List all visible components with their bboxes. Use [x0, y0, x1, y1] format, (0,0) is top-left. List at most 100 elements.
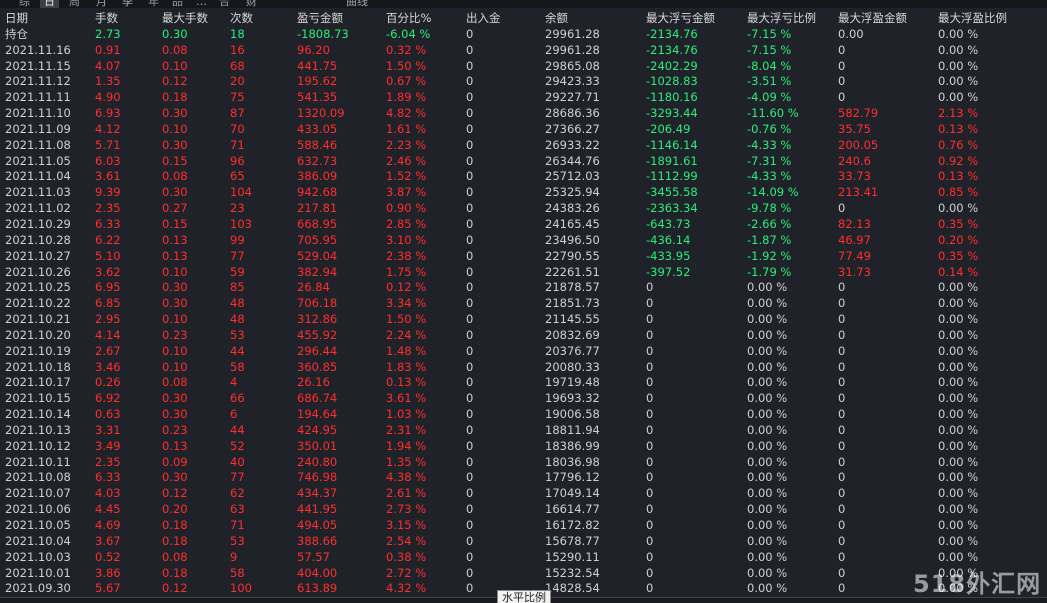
table-row[interactable]: 2021.11.02 2.35 0.27 23 217.81 0.90 % 0 24383.2…	[0, 201, 1047, 217]
daily-report-table: 日期 手数 最大手数 次数 盈亏金额 百分比% 出入金 余额 最大浮亏金额 最大…	[0, 11, 1047, 597]
report-tab[interactable]: 周	[65, 0, 84, 8]
table-row[interactable]: 2021.10.26 3.62 0.10 59 382.94 1.75 % 0 22261.5…	[0, 265, 1047, 281]
col-header-pnl[interactable]: 盈亏金额	[297, 11, 343, 27]
col-header-max-drawdown[interactable]: 最大浮亏金额	[646, 11, 715, 27]
table-row[interactable]: 持仓 2.73 0.30 18 -1808.73 -6.04 % 0 29961.28 -213…	[0, 27, 1047, 43]
table-row[interactable]: 2021.11.11 4.90 0.18 75 541.35 1.89 % 0 29227.7…	[0, 90, 1047, 106]
table-row[interactable]: 2021.10.19 2.67 0.10 44 296.44 1.48 % 0 20376.7…	[0, 344, 1047, 360]
report-tab[interactable]: …	[192, 0, 211, 8]
table-row[interactable]: 2021.10.22 6.85 0.30 48 706.18 3.34 % 0 21851.7…	[0, 296, 1047, 312]
lots-cell: 0.52	[95, 549, 121, 564]
pnl-cell: 632.73	[297, 153, 338, 168]
report-tab[interactable]: 财	[242, 0, 261, 8]
table-row[interactable]: 2021.11.16 0.91 0.08 16 96.20 0.32 % 0 29961.28…	[0, 43, 1047, 59]
count-cell: 85	[230, 280, 245, 295]
lots-cell: 6.22	[95, 232, 121, 247]
report-tab[interactable]: 综	[15, 0, 34, 8]
table-row[interactable]: 2021.10.28 6.22 0.13 99 705.95 3.10 % 0 23496.5…	[0, 233, 1047, 249]
report-tab[interactable]: 品	[168, 0, 187, 8]
count-cell: 48	[230, 312, 245, 327]
table-row[interactable]: 2021.10.03 0.52 0.08 9 57.57 0.38 % 0 15290.11 0…	[0, 550, 1047, 566]
max-lots-cell: 0.23	[162, 422, 188, 437]
table-row[interactable]: 2021.10.01 3.86 0.18 58 404.00 2.72 % 0 15232.5…	[0, 566, 1047, 582]
col-header-lots[interactable]: 手数	[95, 11, 118, 27]
count-cell: 71	[230, 137, 245, 152]
table-row[interactable]: 2021.11.03 9.39 0.30 104 942.68 3.87 % 0 25325.…	[0, 185, 1047, 201]
percent-cell: 1.89 %	[386, 90, 427, 105]
table-row[interactable]: 2021.10.05 4.69 0.18 71 494.05 3.15 % 0 16172.8…	[0, 518, 1047, 534]
col-header-max-float-profit-pct[interactable]: 最大浮盈比例	[938, 11, 1007, 27]
pnl-cell: 26.84	[297, 280, 330, 295]
table-row[interactable]: 2021.10.07 4.03 0.12 62 434.37 2.61 % 0 17049.1…	[0, 486, 1047, 502]
table-row[interactable]: 2021.10.12 3.49 0.13 52 350.01 1.94 % 0 18386.9…	[0, 439, 1047, 455]
max-drawdown-pct-cell: 0.00 %	[747, 375, 788, 390]
col-header-balance[interactable]: 余额	[545, 11, 568, 27]
max-float-profit-cell: 213.41	[838, 185, 879, 200]
table-row[interactable]: 2021.10.17 0.26 0.08 4 26.16 0.13 % 0 19719.48 0…	[0, 375, 1047, 391]
col-header-date[interactable]: 日期	[5, 11, 28, 27]
balance-cell: 29865.08	[545, 58, 600, 73]
pnl-cell: 382.94	[297, 264, 338, 279]
table-row[interactable]: 2021.10.08 6.33 0.30 77 746.98 4.38 % 0 17796.1…	[0, 470, 1047, 486]
col-header-max-lots[interactable]: 最大手数	[162, 11, 208, 27]
table-row[interactable]: 2021.11.05 6.03 0.15 96 632.73 2.46 % 0 26344.7…	[0, 154, 1047, 170]
date-cell: 2021.11.02	[5, 201, 71, 216]
col-header-max-drawdown-pct[interactable]: 最大浮亏比例	[747, 11, 816, 27]
table-row[interactable]: 2021.10.04 3.67 0.18 53 388.66 2.54 % 0 15678.7…	[0, 534, 1047, 550]
table-row[interactable]: 2021.10.20 4.14 0.23 53 455.92 2.24 % 0 20832.6…	[0, 328, 1047, 344]
table-row[interactable]: 2021.10.29 6.33 0.15 103 668.95 2.85 % 0 24165.…	[0, 217, 1047, 233]
table-row[interactable]: 2021.11.15 4.07 0.10 68 441.75 1.50 % 0 29865.0…	[0, 59, 1047, 75]
balance-cell: 14828.54	[545, 581, 600, 596]
table-row[interactable]: 2021.10.14 0.63 0.30 6 194.64 1.03 % 0 19006.58…	[0, 407, 1047, 423]
pnl-cell: 424.95	[297, 422, 338, 437]
count-cell: 68	[230, 58, 245, 73]
max-float-profit-pct-cell: 0.00 %	[938, 74, 979, 89]
report-tab[interactable]: 季	[118, 0, 137, 8]
table-row[interactable]: 2021.10.18 3.46 0.10 58 360.85 1.83 % 0 20080.3…	[0, 360, 1047, 376]
lots-cell: 1.35	[95, 74, 121, 89]
table-row[interactable]: 2021.11.08 5.71 0.30 71 588.46 2.23 % 0 26933.2…	[0, 138, 1047, 154]
pnl-cell: 388.66	[297, 533, 338, 548]
lots-cell: 3.86	[95, 565, 121, 580]
report-tab[interactable]: 合	[215, 0, 234, 8]
max-drawdown-pct-cell: 0.00 %	[747, 391, 788, 406]
table-row[interactable]: 2021.11.10 6.93 0.30 87 1320.09 4.82 % 0 28686.…	[0, 106, 1047, 122]
table-row[interactable]: 2021.11.09 4.12 0.10 70 433.05 1.61 % 0 27366.2…	[0, 122, 1047, 138]
table-row[interactable]: 2021.10.11 2.35 0.09 40 240.80 1.35 % 0 18036.9…	[0, 455, 1047, 471]
report-tab[interactable]: 月	[92, 0, 111, 8]
max-drawdown-pct-cell: -9.78 %	[747, 201, 792, 216]
table-row[interactable]: 2021.10.25 6.95 0.30 85 26.84 0.12 % 0 21878.57…	[0, 280, 1047, 296]
col-header-count[interactable]: 次数	[230, 11, 253, 27]
percent-cell: 1.50 %	[386, 312, 427, 327]
table-row[interactable]: 2021.11.12 1.35 0.12 20 195.62 0.67 % 0 29423.3…	[0, 74, 1047, 90]
report-tab[interactable]: 日	[40, 0, 59, 8]
col-header-cash-flow[interactable]: 出入金	[466, 11, 501, 27]
max-float-profit-cell: 0	[838, 343, 846, 358]
cash-flow-cell: 0	[466, 248, 474, 263]
max-lots-cell: 0.12	[162, 74, 188, 89]
col-header-percent[interactable]: 百分比%	[386, 11, 431, 27]
table-row[interactable]: 2021.10.15 6.92 0.30 66 686.74 3.61 % 0 19693.3…	[0, 391, 1047, 407]
report-tab[interactable]: 年	[144, 0, 163, 8]
table-row[interactable]: 2021.10.27 5.10 0.13 77 529.04 2.38 % 0 22790.5…	[0, 249, 1047, 265]
max-drawdown-cell: -2402.29	[646, 58, 698, 73]
table-row[interactable]: 2021.10.06 4.45 0.20 63 441.95 2.73 % 0 16614.7…	[0, 502, 1047, 518]
table-row[interactable]: 2021.10.21 2.95 0.10 48 312.86 1.50 % 0 21145.5…	[0, 312, 1047, 328]
max-lots-cell: 0.18	[162, 518, 188, 532]
max-float-profit-pct-cell: 0.00 %	[938, 422, 979, 437]
cash-flow-cell: 0	[466, 216, 474, 231]
max-lots-cell: 0.23	[162, 327, 188, 342]
table-row[interactable]: 2021.11.04 3.61 0.08 65 386.09 1.52 % 0 25712.0…	[0, 169, 1047, 185]
table-row[interactable]: 2021.10.13 3.31 0.23 44 424.95 2.31 % 0 18811.9…	[0, 423, 1047, 439]
max-float-profit-cell: 0	[838, 470, 846, 485]
pnl-cell: 746.98	[297, 470, 338, 485]
report-tab[interactable]: 曲线	[342, 0, 372, 8]
max-drawdown-cell: 0	[646, 549, 654, 564]
lots-cell: 4.03	[95, 486, 121, 501]
max-float-profit-cell: 0	[838, 454, 846, 469]
count-cell: 40	[230, 454, 245, 469]
max-lots-cell: 0.15	[162, 216, 188, 231]
count-cell: 20	[230, 74, 245, 89]
col-header-max-float-profit[interactable]: 最大浮盈金额	[838, 11, 907, 27]
max-lots-cell: 0.30	[162, 137, 188, 152]
